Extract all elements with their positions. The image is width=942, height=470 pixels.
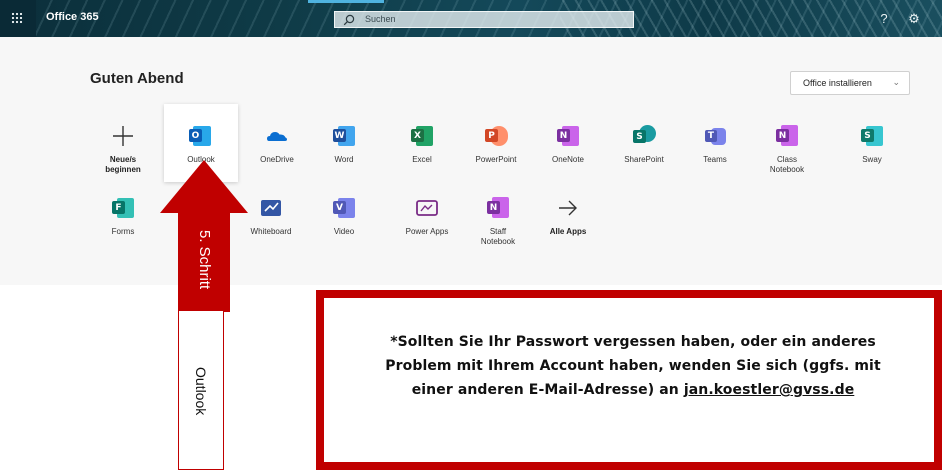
excel-icon: X — [410, 124, 434, 148]
outlook-icon: O — [189, 124, 213, 148]
app-video[interactable]: V Video — [310, 196, 378, 237]
notice-line-2: Problem mit Ihrem Account haben, wenden … — [385, 358, 881, 374]
app-label: Neue/s beginnen — [105, 155, 141, 174]
annotation-step-label: 5. Schritt — [196, 230, 213, 290]
sharepoint-icon: S — [632, 124, 656, 148]
app-power-apps[interactable]: Power Apps — [393, 196, 461, 237]
app-outlook[interactable]: O Outlook — [167, 124, 235, 165]
teams-icon: T — [703, 124, 727, 148]
app-label: Teams — [703, 155, 727, 164]
app-label: Whiteboard — [250, 227, 292, 236]
onenote-icon: N — [556, 124, 580, 148]
install-office-label: Office installieren — [803, 78, 872, 88]
app-label: Staff Notebook — [480, 227, 516, 246]
search-icon — [343, 14, 355, 26]
search-input[interactable]: Suchen — [334, 11, 634, 28]
app-label: Class Notebook — [769, 155, 805, 174]
app-label: Video — [333, 227, 355, 236]
staff-notebook-icon: N — [486, 196, 510, 220]
brand-title[interactable]: Office 365 — [46, 11, 99, 23]
arrow-right-icon — [556, 196, 580, 220]
search-placeholder: Suchen — [365, 14, 396, 24]
top-bar: Office 365 Suchen ? ⚙ — [0, 0, 942, 37]
app-onedrive[interactable]: OneDrive — [243, 124, 311, 165]
notice-box: *Sollten Sie Ihr Passwort vergessen habe… — [316, 290, 942, 470]
plus-icon — [111, 124, 135, 148]
app-all-apps[interactable]: Alle Apps — [534, 196, 602, 237]
class-notebook-icon: N — [775, 124, 799, 148]
app-label: Sway — [862, 155, 882, 164]
support-email-link[interactable]: jan.koestler@gvss.de — [684, 382, 854, 398]
settings-icon[interactable]: ⚙ — [906, 11, 922, 27]
annotation-arrow-head — [160, 160, 248, 213]
app-label: Forms — [111, 227, 135, 236]
app-label: Alle Apps — [549, 227, 587, 236]
help-icon[interactable]: ? — [876, 11, 892, 27]
install-office-button[interactable]: Office installieren ⌄ — [790, 71, 910, 95]
notice-text: *Sollten Sie Ihr Passwort vergessen habe… — [338, 330, 928, 402]
app-staff-notebook[interactable]: N Staff Notebook — [464, 196, 532, 247]
app-powerpoint[interactable]: P PowerPoint — [462, 124, 530, 165]
word-icon: W — [332, 124, 356, 148]
app-label: Power Apps — [405, 227, 449, 236]
app-teams[interactable]: T Teams — [681, 124, 749, 165]
app-new[interactable]: Neue/s beginnen — [89, 124, 157, 175]
notice-line-3: einer anderen E-Mail-Adresse) an jan.koe… — [411, 382, 855, 398]
app-label: SharePoint — [624, 155, 664, 164]
onedrive-icon — [265, 124, 289, 148]
notice-line-1: *Sollten Sie Ihr Passwort vergessen habe… — [390, 334, 876, 350]
app-label: Excel — [412, 155, 432, 164]
greeting-heading: Guten Abend — [90, 70, 184, 87]
power-apps-icon — [415, 196, 439, 220]
annotation-outlook-label: Outlook — [193, 366, 209, 416]
sway-icon: S — [860, 124, 884, 148]
app-label: OneDrive — [260, 155, 294, 164]
forms-icon: F — [111, 196, 135, 220]
app-class-notebook[interactable]: N Class Notebook — [753, 124, 821, 175]
app-sharepoint[interactable]: S SharePoint — [610, 124, 678, 165]
app-sway[interactable]: S Sway — [838, 124, 906, 165]
whiteboard-icon — [259, 196, 283, 220]
header-accent — [308, 0, 384, 3]
app-label: OneNote — [551, 155, 585, 164]
app-launcher-button[interactable] — [0, 0, 36, 37]
app-onenote[interactable]: N OneNote — [534, 124, 602, 165]
video-icon: V — [332, 196, 356, 220]
app-label: Word — [334, 155, 354, 164]
app-word[interactable]: W Word — [310, 124, 378, 165]
annotation-outlook-box: Outlook — [178, 310, 224, 470]
app-excel[interactable]: X Excel — [388, 124, 456, 165]
app-forms[interactable]: F Forms — [89, 196, 157, 237]
waffle-icon — [11, 12, 23, 24]
chevron-down-icon: ⌄ — [892, 77, 900, 87]
powerpoint-icon: P — [484, 124, 508, 148]
app-label: PowerPoint — [475, 155, 517, 164]
